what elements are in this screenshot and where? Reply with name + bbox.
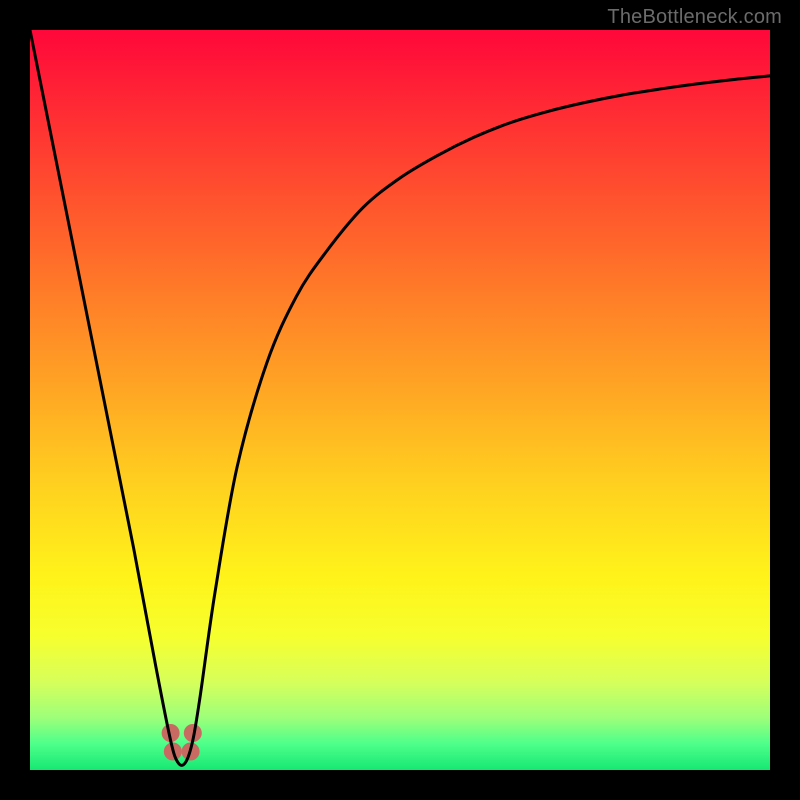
plot-area <box>30 30 770 770</box>
bottleneck-chart <box>30 30 770 770</box>
gradient-background <box>30 30 770 770</box>
watermark-text: TheBottleneck.com <box>607 6 782 29</box>
chart-frame: TheBottleneck.com <box>0 0 800 800</box>
